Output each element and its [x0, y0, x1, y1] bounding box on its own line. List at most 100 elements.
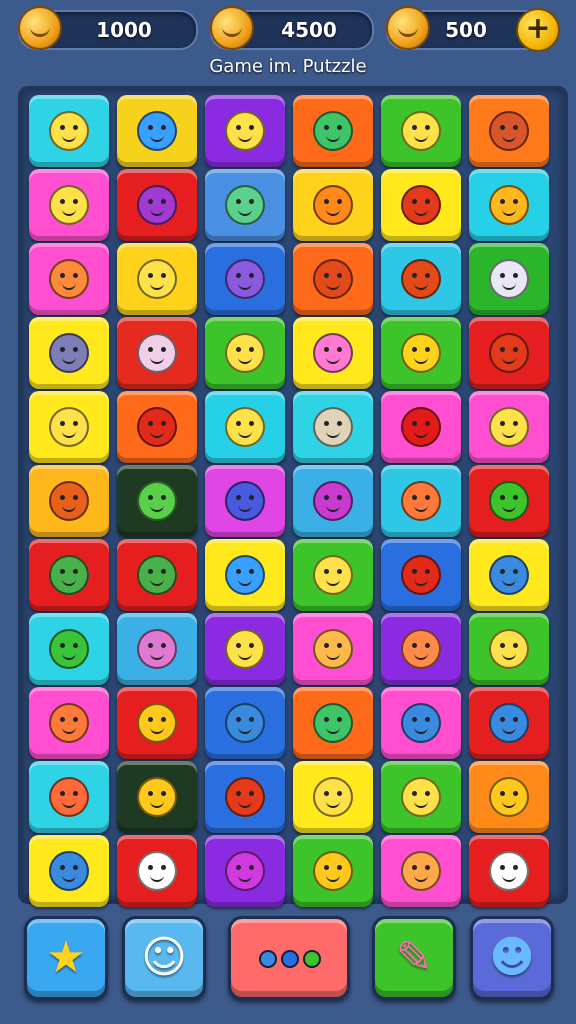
- game-tile[interactable]: [381, 613, 461, 685]
- game-tile[interactable]: [117, 465, 197, 537]
- game-tile[interactable]: [117, 687, 197, 759]
- game-tile[interactable]: [293, 391, 373, 463]
- game-tile[interactable]: [381, 169, 461, 241]
- game-tile[interactable]: [469, 835, 549, 907]
- star-booster-button[interactable]: ★: [24, 916, 108, 1000]
- game-tile[interactable]: [29, 391, 109, 463]
- game-tile[interactable]: [29, 687, 109, 759]
- game-tile[interactable]: [469, 761, 549, 833]
- game-tile[interactable]: [469, 539, 549, 611]
- game-tile[interactable]: [381, 539, 461, 611]
- game-tile[interactable]: [205, 243, 285, 315]
- plus-icon: +: [525, 11, 551, 46]
- game-tile[interactable]: [293, 465, 373, 537]
- game-tile[interactable]: [469, 465, 549, 537]
- monster-booster-button[interactable]: ☻: [470, 916, 554, 1000]
- creature-icon: [489, 851, 529, 891]
- creature-icon: [225, 703, 265, 743]
- menu-button[interactable]: [228, 916, 350, 1000]
- game-tile[interactable]: [293, 95, 373, 167]
- game-tile[interactable]: [117, 613, 197, 685]
- game-tile[interactable]: [117, 169, 197, 241]
- game-tile[interactable]: [29, 835, 109, 907]
- game-tile[interactable]: [205, 95, 285, 167]
- game-tile[interactable]: [293, 539, 373, 611]
- game-tile[interactable]: [29, 465, 109, 537]
- game-tile[interactable]: [29, 243, 109, 315]
- creature-icon: [401, 407, 441, 447]
- game-tile[interactable]: [293, 613, 373, 685]
- game-tile[interactable]: [205, 687, 285, 759]
- game-tile[interactable]: [205, 391, 285, 463]
- creature-icon: [313, 111, 353, 151]
- game-tile[interactable]: [205, 169, 285, 241]
- game-tile[interactable]: [469, 613, 549, 685]
- game-tile[interactable]: [293, 243, 373, 315]
- game-tile[interactable]: [117, 95, 197, 167]
- creature-icon: [137, 259, 177, 299]
- game-tile[interactable]: [117, 761, 197, 833]
- game-tile[interactable]: [381, 391, 461, 463]
- game-tile[interactable]: [293, 761, 373, 833]
- game-tile[interactable]: [381, 95, 461, 167]
- game-tile[interactable]: [381, 465, 461, 537]
- creature-icon: [49, 333, 89, 373]
- add-currency-button[interactable]: +: [516, 8, 560, 52]
- creature-icon: [401, 629, 441, 669]
- ghost-booster-button[interactable]: ☺: [122, 916, 206, 1000]
- creature-icon: [489, 259, 529, 299]
- creature-icon: [489, 185, 529, 225]
- game-tile[interactable]: [205, 835, 285, 907]
- game-tile[interactable]: [293, 317, 373, 389]
- game-tile[interactable]: [469, 391, 549, 463]
- game-tile[interactable]: [29, 169, 109, 241]
- game-tile[interactable]: [205, 317, 285, 389]
- game-tile[interactable]: [117, 391, 197, 463]
- game-tile[interactable]: [381, 761, 461, 833]
- game-tile[interactable]: [205, 465, 285, 537]
- creature-icon: [313, 407, 353, 447]
- creature-icon: [489, 629, 529, 669]
- bronze-coin-icon: [386, 6, 430, 50]
- creature-icon: [137, 777, 177, 817]
- creature-icon: [313, 777, 353, 817]
- game-tile[interactable]: [205, 613, 285, 685]
- creature-icon: [401, 777, 441, 817]
- game-tile[interactable]: [293, 835, 373, 907]
- creature-icon: [225, 777, 265, 817]
- game-tile[interactable]: [29, 317, 109, 389]
- game-tile[interactable]: [205, 761, 285, 833]
- game-tile[interactable]: [469, 317, 549, 389]
- game-tile[interactable]: [381, 835, 461, 907]
- monster-icon: ☻: [489, 932, 535, 983]
- game-tile[interactable]: [117, 835, 197, 907]
- game-tile[interactable]: [117, 243, 197, 315]
- game-tile[interactable]: [293, 687, 373, 759]
- game-tile[interactable]: [469, 95, 549, 167]
- game-tile[interactable]: [469, 169, 549, 241]
- game-tile[interactable]: [29, 539, 109, 611]
- game-tile[interactable]: [117, 317, 197, 389]
- game-tile[interactable]: [381, 317, 461, 389]
- creature-icon: [489, 407, 529, 447]
- creature-icon: [401, 185, 441, 225]
- game-tile[interactable]: [381, 243, 461, 315]
- game-tile[interactable]: [29, 761, 109, 833]
- game-tile[interactable]: [469, 243, 549, 315]
- creature-icon: [49, 259, 89, 299]
- hammer-icon: ✎: [395, 932, 433, 983]
- more-dots-icon: [231, 919, 347, 997]
- game-tile[interactable]: [29, 95, 109, 167]
- game-tile[interactable]: [29, 613, 109, 685]
- hammer-booster-button[interactable]: ✎: [372, 916, 456, 1000]
- game-tile[interactable]: [117, 539, 197, 611]
- game-tile[interactable]: [469, 687, 549, 759]
- game-tile[interactable]: [381, 687, 461, 759]
- game-tile[interactable]: [205, 539, 285, 611]
- creature-icon: [137, 851, 177, 891]
- creature-icon: [49, 629, 89, 669]
- creature-icon: [49, 185, 89, 225]
- creature-icon: [49, 851, 89, 891]
- game-tile[interactable]: [293, 169, 373, 241]
- creature-icon: [489, 777, 529, 817]
